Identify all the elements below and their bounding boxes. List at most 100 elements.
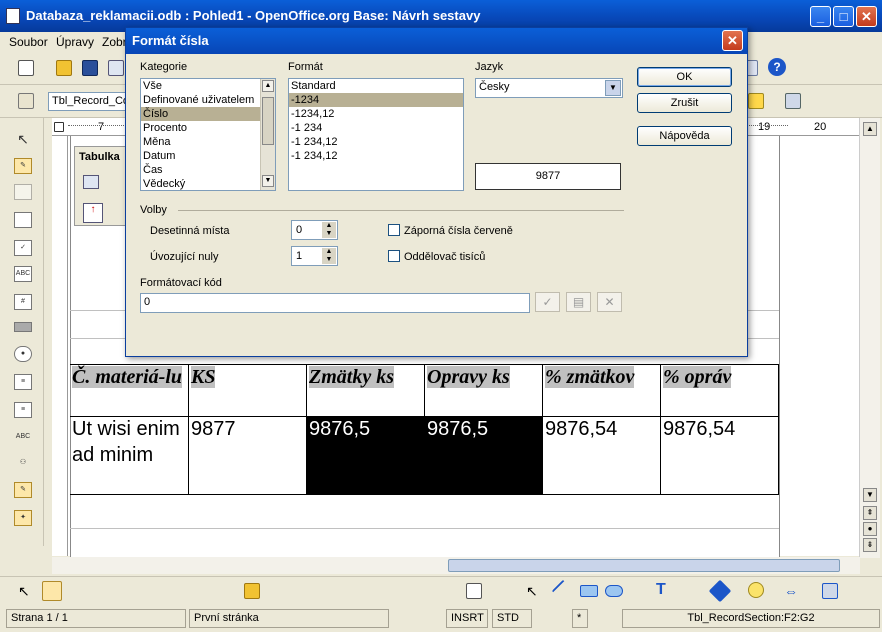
data-cell[interactable]: 9877 xyxy=(189,416,307,494)
data-cell[interactable]: 9876,5 xyxy=(425,416,543,494)
label-field-icon[interactable]: ABC xyxy=(14,266,32,282)
ok-button[interactable]: OK xyxy=(637,67,732,87)
selection-mode[interactable]: STD xyxy=(492,609,532,628)
sort-icon[interactable]: ↑ xyxy=(83,203,103,223)
vertical-scrollbar[interactable]: ▲ ▼ ⇞ ● ⇟ xyxy=(859,118,880,558)
list-item[interactable]: Čas xyxy=(141,163,275,177)
leading-zeros-stepper[interactable]: 1 ▲ ▼ xyxy=(291,246,338,266)
more-controls-icon[interactable]: ⚇ xyxy=(14,456,32,472)
horizontal-scrollbar[interactable] xyxy=(52,557,860,574)
scroll-up-icon[interactable]: ▲ xyxy=(863,122,877,136)
flowchart-icon[interactable] xyxy=(822,583,838,599)
list-item[interactable]: Měna xyxy=(141,135,275,149)
list-item[interactable]: -1234,12 xyxy=(289,107,463,121)
open-folder-icon[interactable] xyxy=(244,583,260,599)
select-arrow-icon[interactable]: ↖ xyxy=(14,132,32,148)
edit-file-icon[interactable] xyxy=(108,60,124,76)
close-button[interactable]: ✕ xyxy=(856,6,877,27)
list-item[interactable]: Datum xyxy=(141,149,275,163)
header-cell[interactable]: Č. materiá-lu xyxy=(70,364,189,416)
menu-edit[interactable]: Úpravy xyxy=(56,35,94,49)
cancel-button[interactable]: Zrušit xyxy=(637,93,732,113)
delete-code-icon[interactable]: ✕ xyxy=(597,292,622,312)
header-cell[interactable]: KS xyxy=(189,364,307,416)
data-cell[interactable]: 9876,54 xyxy=(543,416,661,494)
menu-view[interactable]: Zobr xyxy=(102,35,127,49)
edit-comment-icon[interactable]: ▤ xyxy=(566,292,591,312)
save-icon[interactable] xyxy=(82,60,98,76)
combo-box-icon[interactable]: ≡ xyxy=(14,402,32,418)
styles-icon[interactable] xyxy=(18,93,34,109)
object-select[interactable]: Tbl_Record_Co xyxy=(48,92,128,111)
header-cell[interactable]: % zmätkov xyxy=(543,364,661,416)
category-scrollbar[interactable]: ▲ ▼ xyxy=(260,79,275,190)
new-document-icon[interactable] xyxy=(18,60,34,76)
table-icon[interactable] xyxy=(83,175,99,189)
dialog-close-button[interactable]: ✕ xyxy=(722,30,743,51)
list-box-icon[interactable]: ≡ xyxy=(14,374,32,390)
symbol-shapes-icon[interactable] xyxy=(748,582,764,598)
draw-select-icon[interactable]: ↖ xyxy=(526,583,542,599)
minimize-button[interactable]: _ xyxy=(810,6,831,27)
scroll-up-icon[interactable]: ▲ xyxy=(262,80,274,92)
text-icon[interactable]: T xyxy=(656,581,672,598)
design-mode-icon[interactable]: ✎ xyxy=(14,158,32,174)
next-page-icon[interactable]: ⇟ xyxy=(863,538,877,552)
scroll-thumb[interactable] xyxy=(448,559,840,572)
highlight-icon[interactable] xyxy=(748,93,764,109)
text-box-icon[interactable]: ABC xyxy=(14,430,32,446)
header-cell[interactable]: % opráv xyxy=(661,364,779,416)
list-item[interactable]: Standard xyxy=(289,79,463,93)
negative-red-checkbox[interactable] xyxy=(388,224,400,236)
list-item[interactable]: Definované uživatelem xyxy=(141,93,275,107)
fill-color-icon[interactable] xyxy=(785,93,801,109)
data-cell[interactable]: 9876,54 xyxy=(661,416,779,494)
navigation-icon[interactable]: ● xyxy=(863,522,877,536)
previous-page-icon[interactable]: ⇞ xyxy=(863,506,877,520)
format-list[interactable]: Standard -1234 -1234,12 -1 234 -1 234,12… xyxy=(288,78,464,191)
list-item[interactable]: Vědecký xyxy=(141,177,275,190)
category-list[interactable]: Vše Definované uživatelem Číslo Procento… xyxy=(140,78,276,191)
maximize-button[interactable]: □ xyxy=(833,6,854,27)
header-cell[interactable]: Opravy ks xyxy=(425,364,543,416)
menu-file[interactable]: Soubor xyxy=(9,35,48,49)
help-button[interactable]: Nápověda xyxy=(637,126,732,146)
report-navigator-icon[interactable]: ✎ xyxy=(14,482,32,498)
line-icon[interactable] xyxy=(14,322,32,332)
decimal-places-stepper[interactable]: 0 ▲ ▼ xyxy=(291,220,338,240)
select-arrow-icon[interactable]: ↖ xyxy=(18,583,34,599)
wizards-icon[interactable]: ✦ xyxy=(14,510,32,526)
scroll-thumb[interactable] xyxy=(262,97,274,145)
form-design-icon[interactable] xyxy=(14,212,32,228)
accept-code-icon[interactable]: ✓ xyxy=(535,292,560,312)
basic-shapes-icon[interactable] xyxy=(708,579,732,603)
line-icon[interactable] xyxy=(551,579,575,603)
open-folder-icon[interactable] xyxy=(56,60,72,76)
option-button-icon[interactable]: ● xyxy=(14,346,32,362)
language-select[interactable]: Česky ▼ xyxy=(475,78,623,98)
data-cell[interactable]: 9876,5 xyxy=(307,416,425,494)
scroll-down-icon[interactable]: ▼ xyxy=(262,175,274,187)
insert-mode[interactable]: INSRT xyxy=(446,609,488,628)
page-style[interactable]: První stránka xyxy=(189,609,389,628)
header-cell[interactable]: Zmätky ks xyxy=(307,364,425,416)
list-item[interactable]: -1234 xyxy=(289,93,463,107)
list-item[interactable]: Číslo xyxy=(141,107,275,121)
formatted-field-icon[interactable]: # xyxy=(14,294,32,310)
grid-icon[interactable] xyxy=(466,583,482,599)
ellipse-icon[interactable] xyxy=(605,585,623,597)
list-item[interactable]: -1 234,12 xyxy=(289,149,463,163)
help-icon[interactable]: ? xyxy=(768,58,786,76)
rectangle-icon[interactable] xyxy=(580,585,598,597)
checkbox-icon[interactable]: ✓ xyxy=(14,240,32,256)
list-item[interactable]: Procento xyxy=(141,121,275,135)
form-icon[interactable] xyxy=(14,184,32,200)
format-code-input[interactable]: 0 xyxy=(140,293,530,313)
data-cell[interactable]: Ut wisi enim ad minim xyxy=(70,416,189,494)
scroll-down-icon[interactable]: ▼ xyxy=(863,488,877,502)
list-item[interactable]: Vše xyxy=(141,79,275,93)
spin-arrows-icon[interactable]: ▲ ▼ xyxy=(322,248,336,264)
thousands-separator-checkbox[interactable] xyxy=(388,250,400,262)
list-item[interactable]: -1 234 xyxy=(289,121,463,135)
spin-arrows-icon[interactable]: ▲ ▼ xyxy=(322,222,336,238)
